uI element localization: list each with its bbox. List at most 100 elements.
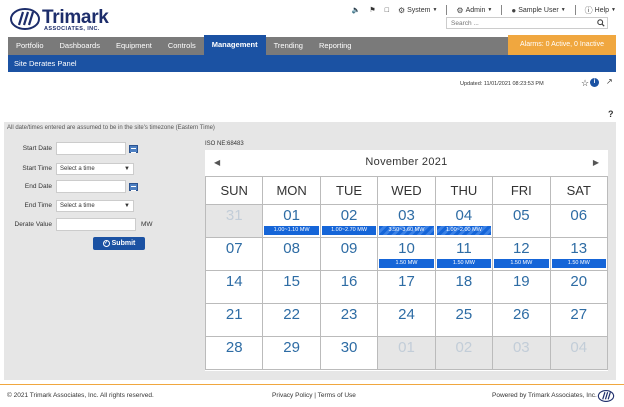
calendar-day[interactable]: 02 bbox=[434, 336, 494, 370]
end-time-select[interactable]: Select a time ▼ bbox=[56, 199, 134, 212]
calendar-grid: SUN MON TUE WED THU FRI SAT 31 01 1.00~1.10 MW 02… bbox=[204, 176, 609, 370]
sub-nav: Site Derates Panel bbox=[8, 55, 616, 72]
tab-reporting[interactable]: Reporting bbox=[311, 37, 360, 55]
submit-button[interactable]: ✓ Submit bbox=[93, 237, 145, 250]
calendar-day[interactable]: 31 bbox=[204, 204, 264, 238]
calendar-icon[interactable] bbox=[129, 182, 138, 191]
calendar-day[interactable]: 23 bbox=[319, 303, 379, 337]
calendar-day[interactable]: 25 bbox=[434, 303, 494, 337]
calendar-day[interactable]: 22 bbox=[262, 303, 321, 337]
calendar-day[interactable]: 21 bbox=[204, 303, 264, 337]
tab-management[interactable]: Management bbox=[203, 35, 266, 55]
calendar-day[interactable]: 19 bbox=[492, 270, 551, 304]
derate-event[interactable]: 1.50 MW bbox=[551, 259, 606, 268]
calendar-day[interactable]: 27 bbox=[549, 303, 609, 337]
calendar-day[interactable]: 02 1.00~2.70 MW bbox=[319, 204, 379, 238]
day-number: 07 bbox=[225, 240, 243, 257]
tab-controls[interactable]: Controls bbox=[160, 37, 204, 55]
start-time-select[interactable]: Select a time ▼ bbox=[56, 162, 134, 175]
calendar-day[interactable]: 08 bbox=[262, 237, 321, 271]
calendar-day[interactable]: 06 bbox=[549, 204, 609, 238]
derate-value-input[interactable] bbox=[56, 218, 136, 231]
subnav-item-site-derates-panel[interactable]: Site Derates Panel bbox=[8, 59, 77, 68]
derate-event[interactable]: 3.50~3.60 MW bbox=[379, 226, 434, 235]
calendar-day[interactable]: 01 1.00~1.10 MW bbox=[262, 204, 321, 238]
calendar-day[interactable]: 28 bbox=[204, 336, 264, 370]
chevron-down-icon: ▼ bbox=[611, 7, 616, 13]
calendar-day[interactable]: 26 bbox=[492, 303, 551, 337]
user-menu[interactable]: ● Sample User ▼ bbox=[511, 6, 565, 15]
calendar-day[interactable]: 11 1.50 MW bbox=[434, 237, 494, 271]
day-number: 22 bbox=[283, 306, 300, 323]
calendar-day[interactable]: 10 1.50 MW bbox=[377, 237, 436, 271]
calendar-day[interactable]: 05 bbox=[492, 204, 551, 238]
calendar-day[interactable]: 18 bbox=[434, 270, 494, 304]
calendar-day[interactable]: 04 bbox=[549, 336, 609, 370]
calendar-week: 21 22 23 24 25 26 27 bbox=[204, 303, 609, 337]
trimark-logo[interactable]: Trimark ASSOCIATES, INC. bbox=[10, 7, 130, 34]
system-menu[interactable]: ⚙ System ▼ bbox=[398, 6, 437, 15]
derate-event[interactable]: 1.00~2.70 MW bbox=[321, 226, 377, 235]
timezone-note: All date/times entered are assumed to be… bbox=[7, 125, 215, 131]
chevron-down-icon: ▼ bbox=[432, 7, 438, 13]
day-number: 01 bbox=[398, 339, 415, 356]
calendar-day[interactable]: 20 bbox=[549, 270, 609, 304]
calendar-week: 28 29 30 01 02 03 04 bbox=[204, 336, 609, 370]
user-menu-label: Sample User bbox=[518, 6, 559, 14]
derate-event[interactable]: 1.50 MW bbox=[436, 259, 492, 268]
calendar-day[interactable]: 29 bbox=[262, 336, 321, 370]
tab-equipment[interactable]: Equipment bbox=[108, 37, 160, 55]
calendar-day[interactable]: 16 bbox=[319, 270, 379, 304]
submit-label: Submit bbox=[111, 240, 136, 247]
start-date-input[interactable] bbox=[56, 142, 126, 155]
last-updated: Updated: 11/01/2021 08:23:53 PM bbox=[460, 81, 544, 87]
expand-icon[interactable]: ↗ bbox=[606, 77, 613, 86]
logo-mark-icon bbox=[597, 390, 615, 402]
next-month-icon[interactable]: ▶ bbox=[593, 158, 599, 167]
page-help[interactable]: ? bbox=[608, 109, 614, 119]
chat-icon[interactable]: □ bbox=[385, 7, 389, 14]
calendar-day[interactable]: 30 bbox=[319, 336, 379, 370]
star-icon[interactable]: ☆ bbox=[581, 78, 589, 89]
help-menu[interactable]: ⓘ Help ▼ bbox=[585, 5, 616, 16]
search-input[interactable] bbox=[447, 18, 592, 28]
calendar-day[interactable]: 09 bbox=[319, 237, 379, 271]
calendar-day[interactable]: 03 3.50~3.60 MW bbox=[377, 204, 436, 238]
derate-event[interactable]: 1.00~1.10 MW bbox=[264, 226, 319, 235]
brand-subtitle: ASSOCIATES, INC. bbox=[44, 26, 100, 32]
derate-event[interactable]: 1.50 MW bbox=[379, 259, 434, 268]
footer-links[interactable]: Privacy Policy | Terms of Use bbox=[272, 392, 356, 399]
tab-dashboards[interactable]: Dashboards bbox=[52, 37, 108, 55]
info-icon[interactable]: i bbox=[590, 78, 599, 87]
end-date-row: End Date bbox=[4, 180, 138, 193]
mute-icon[interactable]: 🔈 bbox=[352, 6, 361, 14]
day-number: 06 bbox=[570, 207, 588, 224]
tab-portfolio[interactable]: Portfolio bbox=[8, 37, 52, 55]
calendar-day[interactable]: 07 bbox=[204, 237, 264, 271]
derate-event[interactable]: 1.00~2.00 MW bbox=[436, 226, 492, 235]
derates-calendar: ◀ November 2021 ▶ SUN MON TUE WED THU FRI SAT … bbox=[204, 150, 609, 371]
end-date-input[interactable] bbox=[56, 180, 126, 193]
day-number: 08 bbox=[283, 240, 300, 257]
calendar-day[interactable]: 13 1.50 MW bbox=[549, 237, 609, 271]
calendar-week: 31 01 1.00~1.10 MW 02 1.00~2.70 MW 03 3.50~3.6… bbox=[204, 204, 609, 238]
tab-trending[interactable]: Trending bbox=[266, 37, 311, 55]
calendar-day[interactable]: 01 bbox=[377, 336, 436, 370]
calendar-day[interactable]: 12 1.50 MW bbox=[492, 237, 551, 271]
admin-menu[interactable]: ⚙ Admin ▼ bbox=[456, 6, 492, 15]
calendar-day[interactable]: 14 bbox=[204, 270, 264, 304]
calendar-icon[interactable] bbox=[129, 144, 138, 153]
derate-event[interactable]: 1.50 MW bbox=[494, 259, 549, 268]
divider bbox=[574, 5, 576, 15]
search-box bbox=[446, 17, 608, 29]
calendar-day[interactable]: 04 1.00~2.00 MW bbox=[434, 204, 494, 238]
header: Trimark ASSOCIATES, INC. 🔈 ⚑ □ ⚙ System ▼ … bbox=[0, 0, 624, 37]
calendar-day[interactable]: 17 bbox=[377, 270, 436, 304]
search-icon[interactable] bbox=[595, 18, 607, 28]
calendar-day[interactable]: 03 bbox=[492, 336, 551, 370]
alarms-badge[interactable]: Alarms: 0 Active, 0 Inactive bbox=[508, 35, 616, 55]
flag-icon[interactable]: ⚑ bbox=[369, 6, 375, 14]
calendar-day[interactable]: 24 bbox=[377, 303, 436, 337]
month-title: November 2021 bbox=[365, 156, 448, 168]
calendar-day[interactable]: 15 bbox=[262, 270, 321, 304]
